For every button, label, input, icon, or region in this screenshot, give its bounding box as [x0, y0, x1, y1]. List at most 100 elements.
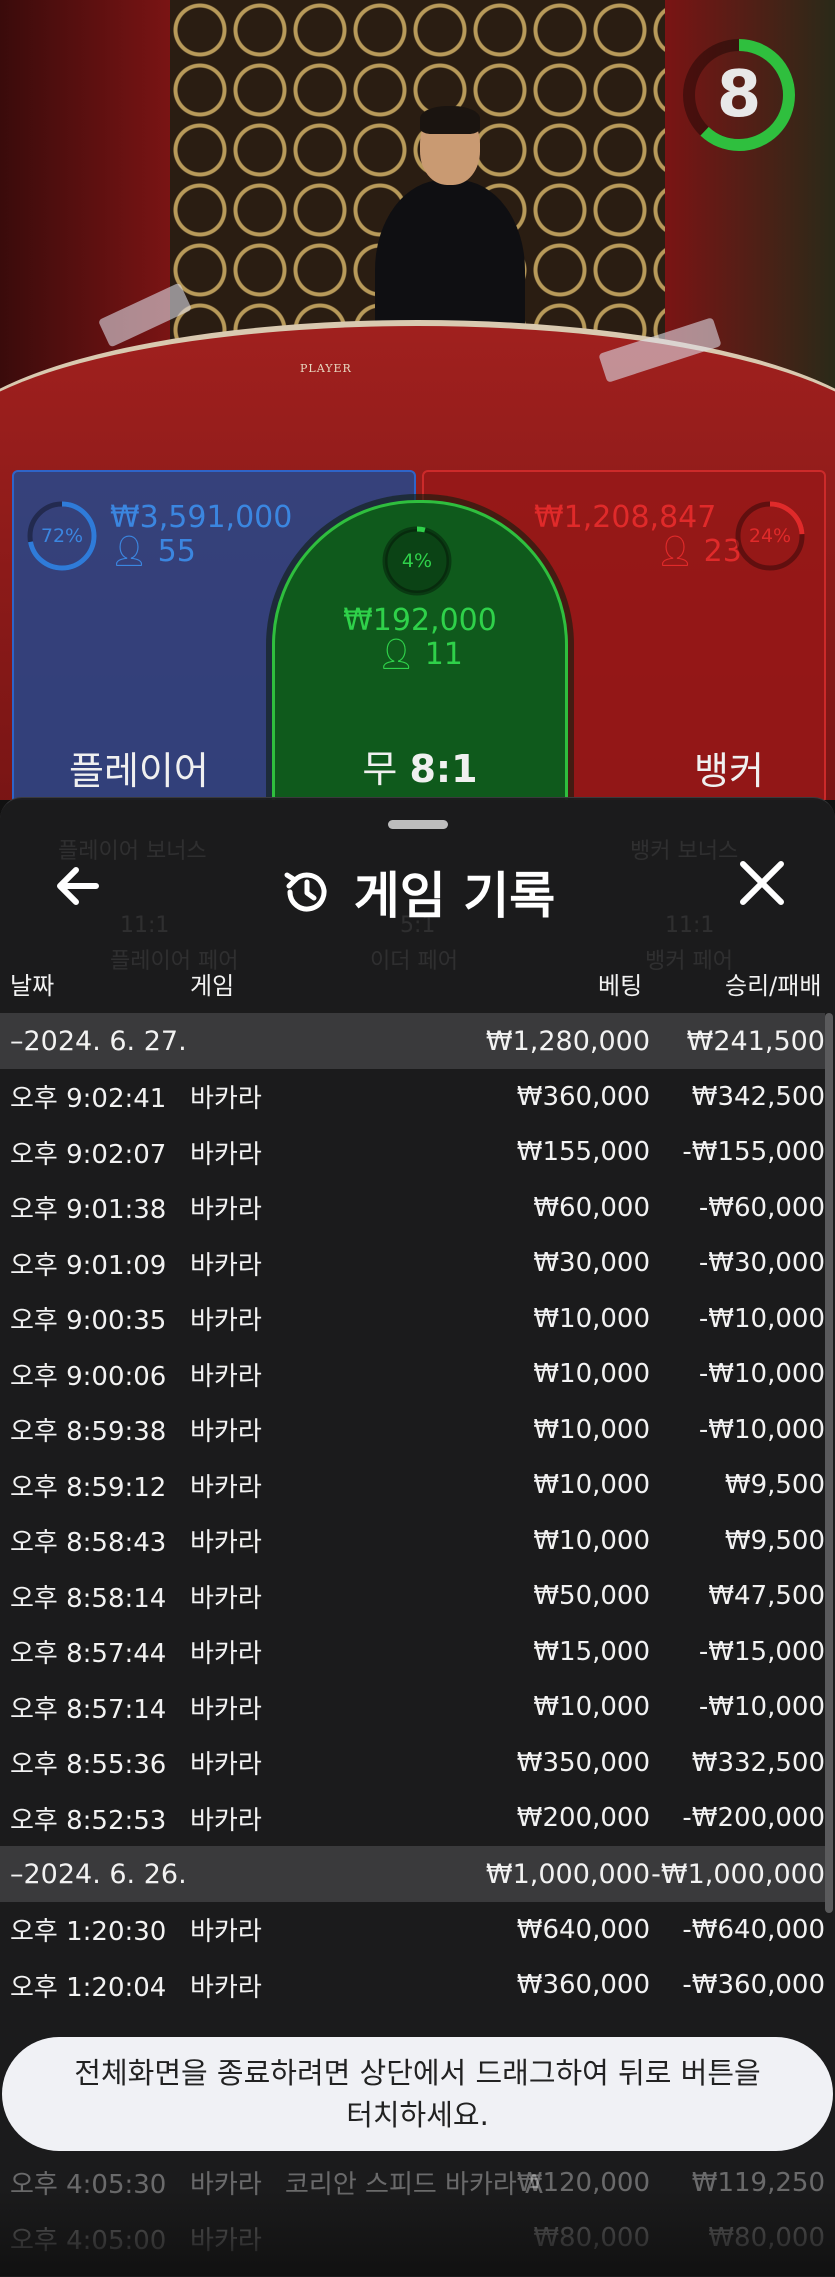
date-group-header[interactable]: –2024. 6. 26. ₩1,000,000 -₩1,000,000	[0, 1846, 825, 1902]
table-row[interactable]: 오후 1:20:30 바카라 ₩640,000 -₩640,000	[0, 1902, 825, 1958]
row-game: 바카라	[190, 1250, 262, 1281]
table-row[interactable]: 오후 1:20:04 바카라 ₩360,000 -₩360,000	[0, 1958, 825, 2014]
column-header-bet: 베팅	[598, 972, 643, 1000]
row-result: ₩9,500	[724, 1470, 825, 1501]
row-bet: ₩10,000	[533, 1692, 650, 1723]
row-game: 바카라	[190, 1472, 262, 1503]
row-game: 바카라	[190, 1750, 262, 1781]
toast-message: 전체화면을 종료하려면 상단에서 드래그하여 뒤로 버튼을 터치하세요.	[74, 2056, 761, 2132]
person-icon: 👤︎	[656, 534, 695, 569]
row-time: 오후 1:20:04	[10, 1972, 167, 2003]
row-bet: ₩10,000	[533, 1303, 650, 1334]
history-icon	[284, 872, 327, 912]
drag-handle[interactable]	[388, 820, 448, 829]
person-icon: 👤︎	[110, 534, 149, 569]
group-date: –2024. 6. 27.	[10, 1025, 187, 1057]
row-time: 오후 9:01:38	[10, 1195, 167, 1226]
row-game: 바카라	[190, 1583, 262, 1614]
column-header-result: 승리/패배	[725, 972, 822, 1000]
row-time: 오후 8:57:44	[10, 1639, 167, 1670]
page-title: 게임 기록	[353, 867, 556, 925]
table-row[interactable]: 오후 8:57:44 바카라 ₩15,000 -₩15,000	[0, 1624, 825, 1680]
sheet-header: 게임 기록	[0, 856, 835, 925]
row-result: -₩10,000	[698, 1414, 825, 1445]
bottom-fade	[0, 2190, 835, 2276]
row-game: 바카라	[190, 1639, 262, 1670]
row-bet: ₩350,000	[516, 1747, 650, 1778]
row-time: 오후 8:58:14	[10, 1583, 167, 1614]
table-row[interactable]: 오후 8:55:36 바카라 ₩350,000 ₩332,500	[0, 1735, 825, 1791]
player-percent-ring: 72%	[26, 500, 98, 572]
row-result: ₩332,500	[691, 1747, 825, 1778]
banker-label: 뱅커	[694, 749, 764, 793]
table-row[interactable]: 오후 8:58:43 바카라 ₩10,000 ₩9,500	[0, 1513, 825, 1569]
row-result: ₩9,500	[724, 1525, 825, 1556]
date-group-header[interactable]: –2024. 6. 27. ₩1,280,000 ₩241,500	[0, 1013, 825, 1069]
scrollbar[interactable]	[825, 1013, 833, 1913]
tie-percent: 4%	[401, 550, 433, 572]
row-result: -₩640,000	[682, 1914, 825, 1945]
live-video-stream: PLAYER 8 72% ₩3,591,000 👤︎ 55 플레이어 ₩1,20…	[0, 0, 835, 800]
row-bet: ₩30,000	[533, 1248, 650, 1279]
row-game: 바카라	[190, 1528, 262, 1559]
history-list[interactable]: –2024. 6. 27. ₩1,280,000 ₩241,500 오후 9:02:4…	[0, 1013, 835, 2013]
tie-label-text: 무	[362, 747, 398, 791]
table-row[interactable]: 오후 9:01:09 바카라 ₩30,000 -₩30,000	[0, 1236, 825, 1292]
banker-percent: 24%	[748, 525, 792, 547]
row-result: -₩360,000	[682, 1970, 825, 2001]
timer-value: 8	[716, 58, 762, 132]
table-row[interactable]: 오후 8:57:14 바카라 ₩10,000 -₩10,000	[0, 1680, 825, 1736]
row-result: -₩155,000	[682, 1137, 825, 1168]
row-game: 바카라	[190, 1694, 262, 1725]
row-time: 오후 9:02:07	[10, 1139, 167, 1170]
table-row[interactable]: 오후 8:59:12 바카라 ₩10,000 ₩9,500	[0, 1458, 825, 1514]
banker-bettor-count: 👤︎ 23	[656, 534, 742, 569]
player-bet-amount: ₩3,591,000	[110, 500, 293, 535]
column-header-date: 날짜	[10, 972, 55, 1000]
table-row[interactable]: 오후 9:02:41 바카라 ₩360,000 ₩342,500	[0, 1069, 825, 1125]
row-time: 오후 1:20:30	[10, 1917, 167, 1948]
row-bet: ₩155,000	[516, 1137, 650, 1168]
row-bet: ₩10,000	[533, 1359, 650, 1390]
player-label: 플레이어	[69, 749, 209, 793]
row-result: -₩10,000	[698, 1303, 825, 1334]
fullscreen-toast: 전체화면을 종료하려면 상단에서 드래그하여 뒤로 버튼을 터치하세요.	[2, 2037, 833, 2151]
player-count-value: 55	[157, 534, 196, 569]
table-row[interactable]: 오후 8:52:53 바카라 ₩200,000 -₩200,000	[0, 1791, 825, 1847]
banker-bet-amount: ₩1,208,847	[534, 500, 717, 535]
close-button[interactable]	[730, 856, 794, 920]
row-result: ₩342,500	[691, 1081, 825, 1112]
table-row[interactable]: 오후 8:58:14 바카라 ₩50,000 ₩47,500	[0, 1569, 825, 1625]
tie-odds: 8:1	[409, 747, 478, 791]
countdown-timer: 8	[680, 36, 798, 154]
person-icon: 👤︎	[377, 637, 416, 672]
row-bet: ₩60,000	[533, 1192, 650, 1223]
row-game: 바카라	[190, 1306, 262, 1337]
row-bet: ₩360,000	[516, 1081, 650, 1112]
group-date: –2024. 6. 26.	[10, 1858, 187, 1890]
table-row[interactable]: 오후 9:01:38 바카라 ₩60,000 -₩60,000	[0, 1180, 825, 1236]
row-result: -₩30,000	[698, 1248, 825, 1279]
row-result: -₩200,000	[682, 1803, 825, 1834]
group-bet-total: ₩1,280,000	[485, 1025, 650, 1057]
close-icon	[740, 861, 784, 905]
row-bet: ₩50,000	[533, 1581, 650, 1612]
row-bet: ₩200,000	[516, 1803, 650, 1834]
tie-count-value: 11	[424, 637, 463, 672]
group-bet-total: ₩1,000,000	[485, 1858, 650, 1890]
table-row[interactable]: 오후 8:59:38 바카라 ₩10,000 -₩10,000	[0, 1402, 825, 1458]
player-percent: 72%	[40, 525, 84, 547]
row-bet: ₩10,000	[533, 1525, 650, 1556]
table-player-mark: PLAYER	[300, 362, 352, 375]
tie-label: 무 8:1	[275, 738, 565, 793]
bet-spot-tie[interactable]: 4% ₩192,000 👤︎ 11 무 8:1	[272, 500, 568, 800]
row-game: 바카라	[190, 1972, 262, 2003]
table-row[interactable]: 오후 9:00:35 바카라 ₩10,000 -₩10,000	[0, 1291, 825, 1347]
tie-bettor-count: 👤︎ 11	[275, 637, 565, 672]
row-game: 바카라	[190, 1417, 262, 1448]
row-bet: ₩640,000	[516, 1914, 650, 1945]
table-row[interactable]: 오후 9:00:06 바카라 ₩10,000 -₩10,000	[0, 1347, 825, 1403]
row-time: 오후 9:00:06	[10, 1361, 167, 1392]
row-bet: ₩10,000	[533, 1414, 650, 1445]
table-row[interactable]: 오후 9:02:07 바카라 ₩155,000 -₩155,000	[0, 1125, 825, 1181]
